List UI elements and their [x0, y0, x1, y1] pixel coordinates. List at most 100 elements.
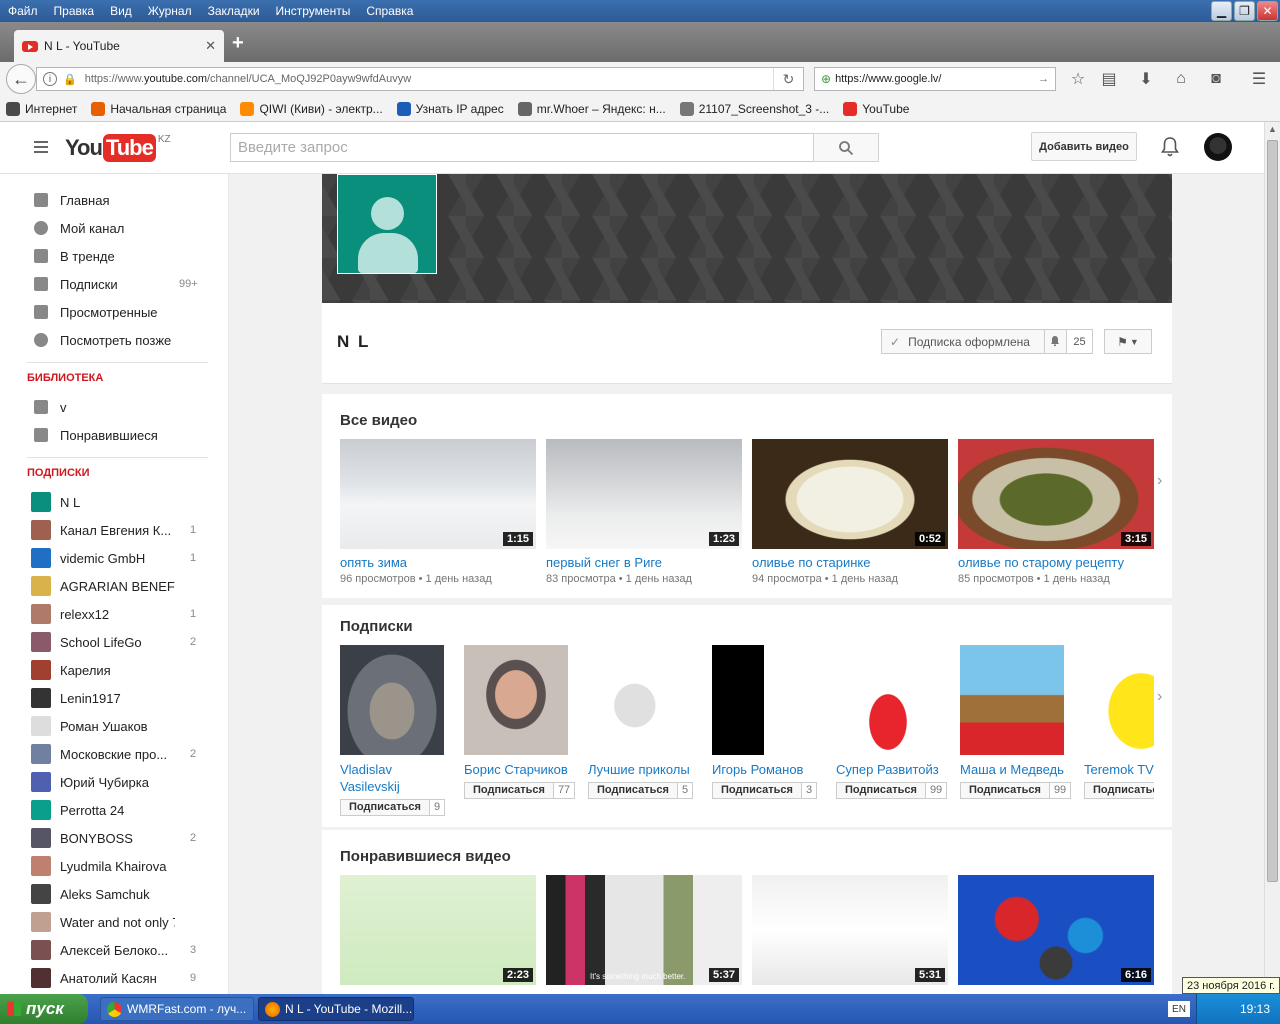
guide-menu-icon[interactable]: [34, 141, 48, 153]
taskbar-task-chrome[interactable]: WMRFast.com - луч...: [100, 997, 254, 1021]
menu-help[interactable]: Справка: [358, 4, 421, 18]
start-button[interactable]: пуск: [0, 994, 88, 1024]
shelf-title[interactable]: Подписки: [340, 618, 413, 635]
video-card[interactable]: 2:23: [340, 875, 536, 985]
channel-thumbnail[interactable]: [340, 645, 444, 755]
bookmark-item[interactable]: Узнать IP адрес: [396, 101, 504, 116]
channel-thumbnail[interactable]: [836, 645, 940, 755]
sidebar-subscription-item[interactable]: Алексей Белоко... 3: [0, 936, 228, 964]
reload-icon[interactable]: ↻: [773, 68, 803, 90]
channel-name-link[interactable]: Игорь Романов: [712, 761, 816, 778]
channel-thumbnail[interactable]: [1084, 645, 1154, 755]
channel-name-link[interactable]: Teremok TV: [1084, 761, 1154, 778]
taskbar-task-firefox[interactable]: N L - YouTube - Mozill...: [258, 997, 414, 1021]
subscription-channel-card[interactable]: Vladislav Vasilevskij Подписаться 9: [340, 645, 446, 816]
channel-name-link[interactable]: Vladislav Vasilevskij: [340, 761, 444, 795]
subscription-channel-card[interactable]: Маша и Медведь Подписаться 99: [960, 645, 1072, 799]
subscription-channel-card[interactable]: Борис Старчиков Подписаться 77: [464, 645, 576, 799]
bookmark-item[interactable]: QIWI (Киви) - электр...: [240, 101, 383, 116]
channel-thumbnail[interactable]: [960, 645, 1064, 755]
video-thumbnail[interactable]: 0:52: [752, 439, 948, 549]
channel-name-link[interactable]: Супер Развитойз: [836, 761, 940, 778]
video-thumbnail[interactable]: 3:15: [958, 439, 1154, 549]
video-thumbnail[interactable]: 2:23: [340, 875, 536, 985]
bookmark-item[interactable]: mr.Whoer – Яндекс: н...: [517, 101, 666, 116]
shelf-title[interactable]: Все видео: [340, 412, 417, 429]
video-thumbnail[interactable]: 5:37 It's something much better.: [546, 875, 742, 985]
subscribe-button[interactable]: Подписаться: [588, 782, 678, 799]
shelf-next-chevron-icon[interactable]: ›: [1157, 472, 1162, 490]
subscribe-button[interactable]: Подписаться: [960, 782, 1050, 799]
lock-icon[interactable]: 🔒: [63, 73, 77, 86]
account-avatar[interactable]: [1204, 133, 1232, 161]
bookmark-item[interactable]: Интернет: [6, 101, 77, 116]
sidebar-subscription-item[interactable]: Юрий Чубирка: [0, 768, 228, 796]
video-title-link[interactable]: первый снег в Риге: [546, 555, 742, 570]
upload-video-button[interactable]: Добавить видео: [1031, 132, 1137, 161]
sidebar-subscription-item[interactable]: N L: [0, 488, 228, 516]
subscribe-button[interactable]: Подписаться: [1084, 782, 1154, 799]
sidebar-library-item[interactable]: v: [0, 393, 228, 421]
tab-youtube[interactable]: N L - YouTube ✕: [14, 30, 224, 62]
video-thumbnail[interactable]: 6:16: [958, 875, 1154, 985]
shelf-next-chevron-icon[interactable]: ›: [1157, 688, 1162, 706]
video-card[interactable]: 5:37 It's something much better.: [546, 875, 742, 985]
menu-edit[interactable]: Правка: [46, 4, 103, 18]
sidebar-subscription-item[interactable]: Water and not only 7: [0, 908, 228, 936]
bookmark-item[interactable]: YouTube: [843, 101, 909, 116]
tab-close-icon[interactable]: ✕: [205, 38, 216, 54]
browser-search-bar[interactable]: ⊕ https://www.google.lv/ →: [814, 67, 1056, 91]
subscription-channel-card[interactable]: Игорь Романов Подписаться 3: [712, 645, 818, 799]
channel-thumbnail[interactable]: [588, 645, 692, 755]
menu-view[interactable]: Вид: [102, 4, 140, 18]
maximize-button[interactable]: ❐: [1234, 1, 1255, 21]
url-bar[interactable]: i 🔒 https://www. youtube.com/channel/UCA_…: [36, 67, 804, 91]
video-thumbnail[interactable]: 1:15: [340, 439, 536, 549]
subscribe-button[interactable]: Подписаться: [340, 799, 430, 816]
pocket-icon[interactable]: ◙: [1206, 69, 1226, 89]
video-card[interactable]: 1:15 опять зима 96 просмотров • 1 день наз…: [340, 439, 536, 585]
sidebar-subscription-item[interactable]: Анатолий Касян 9: [0, 964, 228, 992]
sidebar-subscription-item[interactable]: Aleks Samchuk: [0, 880, 228, 908]
download-icon[interactable]: ⬇: [1136, 69, 1156, 89]
notification-bell-icon[interactable]: [1050, 335, 1060, 347]
sidebar-item[interactable]: Подписки 99+: [0, 270, 228, 298]
menu-tools[interactable]: Инструменты: [268, 4, 359, 18]
subscribe-button[interactable]: Подписаться: [836, 782, 926, 799]
reading-list-icon[interactable]: ▤: [1099, 69, 1119, 89]
minimize-button[interactable]: ▁: [1211, 1, 1232, 21]
video-card[interactable]: 1:23 первый снег в Риге 83 просмотра • 1 д…: [546, 439, 742, 585]
subscribe-button[interactable]: Подписаться: [464, 782, 554, 799]
back-button[interactable]: ←: [6, 64, 36, 94]
menu-bookmarks[interactable]: Закладки: [200, 4, 268, 18]
video-title-link[interactable]: оливье по старому рецепту: [958, 555, 1154, 570]
page-scrollbar[interactable]: ▲: [1264, 122, 1280, 994]
youtube-logo[interactable]: You Tube KZ: [65, 134, 171, 162]
sidebar-subscription-item[interactable]: relexx12 1: [0, 600, 228, 628]
sidebar-item[interactable]: Главная: [0, 186, 228, 214]
search-engine-icon[interactable]: ⊕: [821, 72, 831, 86]
menu-hamburger-icon[interactable]: ☰: [1249, 69, 1269, 89]
scroll-up-icon[interactable]: ▲: [1268, 124, 1277, 134]
sidebar-subscription-item[interactable]: AGRARIAN BENEFIT - ...: [0, 572, 228, 600]
report-flag-button[interactable]: ⚑ ▼: [1104, 329, 1152, 354]
channel-name-link[interactable]: Лучшие приколы: [588, 761, 692, 778]
language-indicator[interactable]: EN: [1168, 1001, 1190, 1017]
subscription-channel-card[interactable]: Супер Развитойз Подписаться 99: [836, 645, 948, 799]
sidebar-library-item[interactable]: Понравившиеся: [0, 421, 228, 449]
sidebar-item[interactable]: Мой канал: [0, 214, 228, 242]
youtube-search-button[interactable]: [813, 133, 879, 162]
sidebar-item[interactable]: Посмотреть позже: [0, 326, 228, 354]
sidebar-item[interactable]: Просмотренные: [0, 298, 228, 326]
channel-name-link[interactable]: Маша и Медведь: [960, 761, 1064, 778]
close-window-button[interactable]: ✕: [1257, 1, 1278, 21]
video-title-link[interactable]: оливье по старинке: [752, 555, 948, 570]
sidebar-subscription-item[interactable]: Lenin1917: [0, 684, 228, 712]
sidebar-item[interactable]: В тренде: [0, 242, 228, 270]
channel-name-link[interactable]: Борис Старчиков: [464, 761, 568, 778]
subscribed-button[interactable]: ✓ Подписка оформлена: [881, 329, 1067, 354]
sidebar-subscription-item[interactable]: Канал Евгения К... 1: [0, 516, 228, 544]
clock[interactable]: 19:13: [1240, 1002, 1270, 1016]
sidebar-subscription-item[interactable]: videmic GmbH 1: [0, 544, 228, 572]
sidebar-subscription-item[interactable]: Московские про... 2: [0, 740, 228, 768]
